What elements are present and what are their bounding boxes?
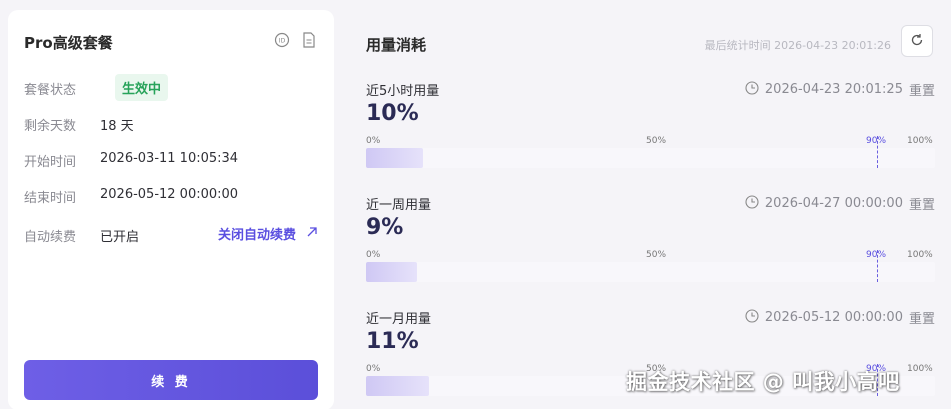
usage-panel: 用量消耗 最后统计时间 2026-04-23 20:01:26 近5小时用量 2…: [350, 0, 951, 409]
refresh-icon: [910, 32, 924, 51]
scale-label-0: 0%: [366, 364, 381, 374]
usage-name: 近一周用量: [366, 198, 432, 213]
refresh-button[interactable]: [901, 25, 933, 57]
threshold-line: [877, 250, 879, 282]
scale-label-0: 0%: [366, 250, 381, 260]
reset-link[interactable]: 重置: [909, 80, 935, 99]
usage-reset: 2026-05-12 00:00:00 重置: [745, 308, 935, 327]
disable-auto-renew-link[interactable]: 关闭自动续费: [218, 224, 318, 243]
row-plan-status: 套餐状态 生效中: [24, 74, 318, 101]
last-stat-time: 最后统计时间 2026-04-23 20:01:26: [704, 39, 891, 52]
usage-bar-fill: [366, 262, 418, 282]
usage-bar-fill: [366, 148, 423, 168]
row-remaining-days: 剩余天数 18 天: [24, 113, 318, 134]
threshold-line: [877, 136, 879, 168]
scale-label-90: 90%: [866, 250, 887, 260]
usage-reset: 2026-04-23 20:01:25 重置: [745, 80, 935, 99]
plan-title: Pro高级套餐: [24, 34, 113, 52]
clock-icon: [745, 308, 759, 327]
row-label: 结束时间: [24, 191, 77, 206]
row-auto-renew: 自动续费 已开启 关闭自动续费: [24, 224, 318, 245]
scale-label-90: 90%: [866, 136, 887, 146]
row-label: 开始时间: [24, 155, 77, 170]
renew-button[interactable]: 续 费: [24, 360, 318, 400]
usage-percent: 9%: [366, 215, 404, 240]
reset-time: 2026-05-12 00:00:00: [764, 310, 903, 325]
usage-title: 用量消耗: [366, 36, 427, 54]
scale-label-100: 100%: [907, 250, 933, 260]
reset-link[interactable]: 重置: [909, 308, 935, 327]
scale-label-100: 100%: [907, 364, 933, 374]
row-end-time: 结束时间 2026-05-12 00:00:00: [24, 185, 318, 206]
row-value: 2026-05-12 00:00:00: [100, 187, 239, 202]
scale-label-0: 0%: [366, 136, 381, 146]
scale-label-50: 50%: [646, 250, 667, 260]
svg-text:ID: ID: [279, 38, 286, 45]
row-label: 套餐状态: [24, 83, 77, 98]
usage-item: 近一周用量 2026-04-27 00:00:00 重置 9% 0% 50% 9…: [366, 194, 935, 304]
usage-bar-track: [366, 136, 935, 168]
scale-label-50: 50%: [646, 136, 667, 146]
row-label: 自动续费: [24, 230, 77, 245]
usage-percent: 10%: [366, 101, 419, 126]
clock-icon: [745, 80, 759, 99]
row-value: 18 天: [100, 119, 134, 134]
usage-bar-track: [366, 250, 935, 282]
plan-card: Pro高级套餐 ID 套餐状态 生效中 剩余天数 18 天 开始时间 2026-…: [8, 10, 334, 409]
document-icon[interactable]: [300, 31, 318, 49]
usage-item: 近5小时用量 2026-04-23 20:01:25 重置 10% 0% 50%…: [366, 80, 935, 190]
id-card-icon[interactable]: ID: [273, 31, 291, 49]
arrow-up-right-icon: [306, 226, 318, 242]
row-label: 剩余天数: [24, 119, 77, 134]
usage-name: 近5小时用量: [366, 84, 440, 99]
row-value: 2026-03-11 10:05:34: [100, 151, 239, 166]
reset-time: 2026-04-27 00:00:00: [764, 196, 903, 211]
usage-reset: 2026-04-27 00:00:00 重置: [745, 194, 935, 213]
reset-time: 2026-04-23 20:01:25: [764, 82, 903, 97]
scale-label-100: 100%: [907, 136, 933, 146]
disable-auto-renew-label: 关闭自动续费: [217, 228, 296, 243]
usage-percent: 11%: [366, 329, 419, 354]
clock-icon: [745, 194, 759, 213]
reset-link[interactable]: 重置: [909, 194, 935, 213]
status-badge: 生效中: [115, 74, 169, 101]
usage-bar-fill: [366, 376, 429, 396]
row-start-time: 开始时间 2026-03-11 10:05:34: [24, 149, 318, 170]
row-value: 已开启: [100, 230, 140, 245]
usage-name: 近一月用量: [366, 312, 432, 327]
watermark: 掘金技术社区 @ 叫我小高吧: [626, 370, 900, 394]
